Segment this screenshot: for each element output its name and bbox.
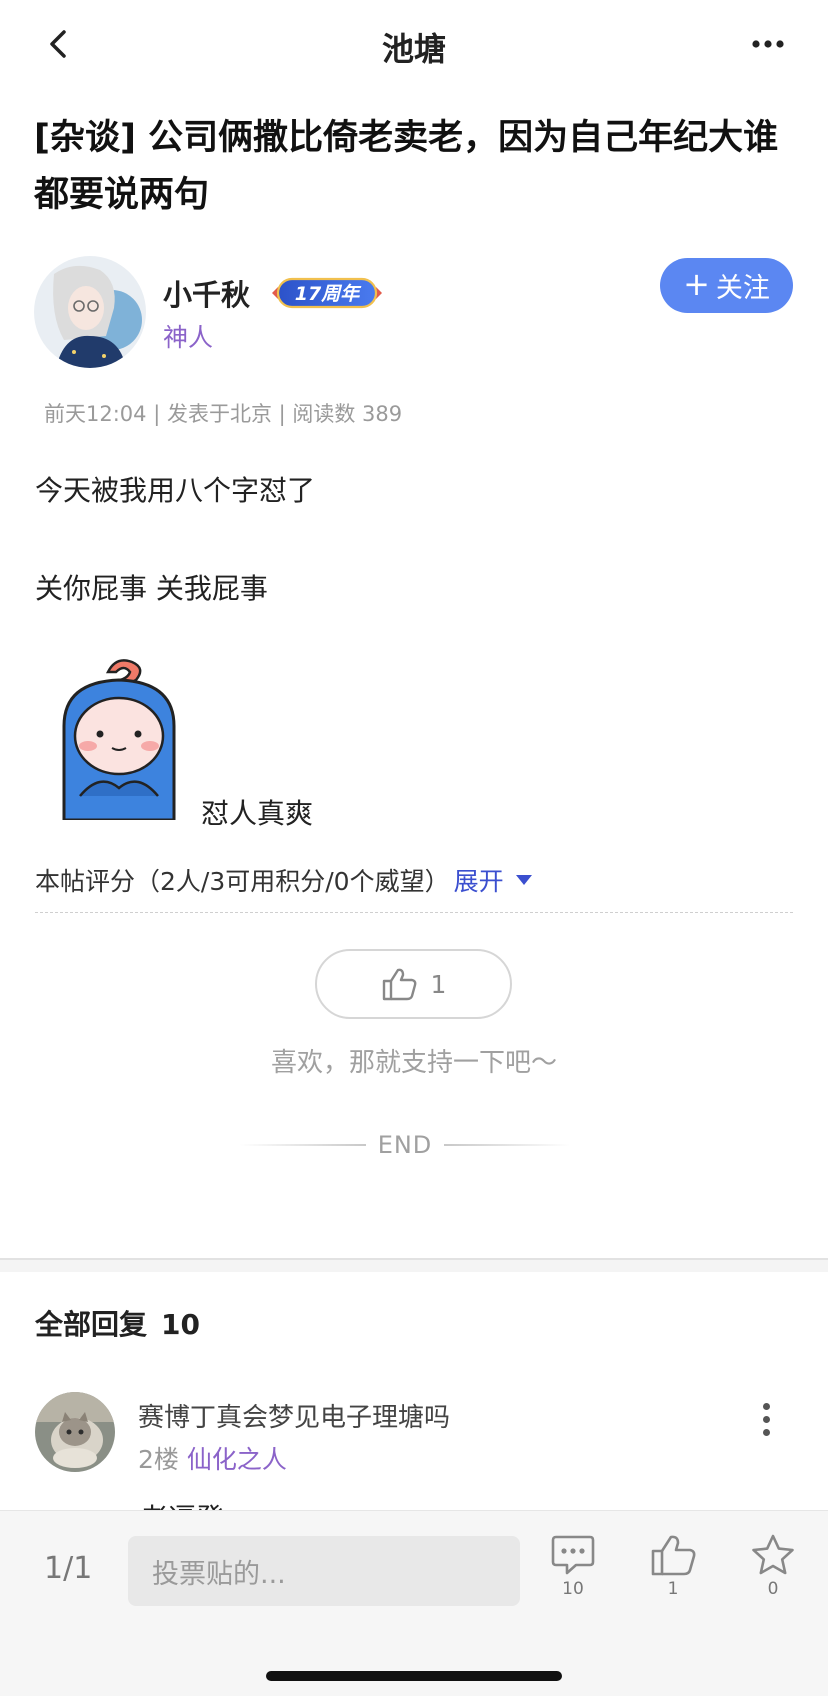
badge-text: 17周年 (295, 283, 362, 305)
sticker-caption: 怼人真爽 (201, 797, 314, 830)
dot (762, 1402, 770, 1410)
reply-input[interactable]: 投票贴的... (128, 1536, 520, 1606)
top-nav-bar: 池塘 (0, 0, 828, 90)
rating-expand-button[interactable]: 展开 (454, 862, 532, 898)
section-separator (0, 1258, 828, 1272)
author-rank: 神人 (163, 323, 214, 352)
dot (762, 1415, 770, 1423)
replies-count: 10 (161, 1308, 200, 1341)
follow-button[interactable]: + 关注 (660, 258, 793, 313)
author-avatar[interactable] (34, 256, 146, 368)
comment-count: 10 (562, 1579, 584, 1599)
dot (762, 1428, 770, 1436)
follow-label: 关注 (715, 273, 770, 304)
thumb-up-icon (651, 1535, 696, 1576)
thumb-up-icon (382, 968, 416, 1001)
end-label: END (377, 1131, 433, 1159)
divider (443, 1144, 570, 1146)
replies-header: 全部回复 10 (35, 1303, 200, 1343)
star-icon (752, 1534, 794, 1575)
like-count: 1 (430, 969, 447, 999)
page-indicator[interactable]: 1/1 (44, 1551, 92, 1586)
reply-more-button[interactable] (748, 1398, 784, 1440)
reply-user-rank: 仙化之人 (186, 1445, 287, 1474)
more-options-button[interactable] (738, 22, 798, 66)
content-line: 今天被我用八个字怼了 (35, 474, 316, 507)
triangle-down-icon (515, 875, 532, 885)
author-name[interactable]: 小千秋 (163, 272, 250, 314)
reply-floor-info: 2楼 仙化之人 (138, 1440, 287, 1476)
home-indicator (266, 1671, 562, 1681)
bottom-toolbar: 1/1 投票贴的... 10 1 0 (0, 1510, 828, 1696)
like-action-button[interactable]: 1 (638, 1533, 708, 1623)
replies-title: 全部回复 (35, 1308, 148, 1341)
reply-username[interactable]: 赛博丁真会梦见电子理塘吗 (138, 1397, 450, 1434)
like-action-count: 1 (667, 1579, 679, 1599)
plus-icon: + (683, 265, 710, 303)
post-title: [杂谈] 公司俩撒比倚老卖老，因为自己年纪大谁都要说两句 (34, 118, 779, 215)
post-meta: 前天12:04 | 发表于北京 | 阅读数 389 (44, 402, 403, 426)
favorite-count: 0 (767, 1579, 779, 1599)
like-hint: 喜欢，那就支持一下吧～ (270, 1048, 557, 1078)
reply-floor-number: 2楼 (138, 1445, 179, 1474)
favorite-button[interactable]: 0 (738, 1533, 808, 1623)
end-marker: END (240, 1130, 570, 1160)
divider (240, 1144, 366, 1146)
comment-button[interactable]: 10 (538, 1533, 608, 1623)
content-line: 关你屁事 关我屁事 (35, 572, 268, 605)
reply-avatar[interactable] (35, 1392, 115, 1472)
comment-icon (551, 1535, 595, 1575)
post-rating: 本帖评分（2人/3可用积分/0个威望） 展开 (35, 862, 532, 898)
expand-label: 展开 (453, 867, 504, 896)
page-title: 池塘 (381, 30, 446, 68)
sticker-image[interactable] (50, 656, 188, 822)
more-dots-icon (752, 40, 784, 48)
divider (35, 912, 793, 913)
anniversary-badge: 17周年 (268, 276, 386, 310)
rating-summary: 本帖评分（2人/3可用积分/0个威望） (35, 867, 450, 896)
like-button[interactable]: 1 (315, 949, 512, 1019)
